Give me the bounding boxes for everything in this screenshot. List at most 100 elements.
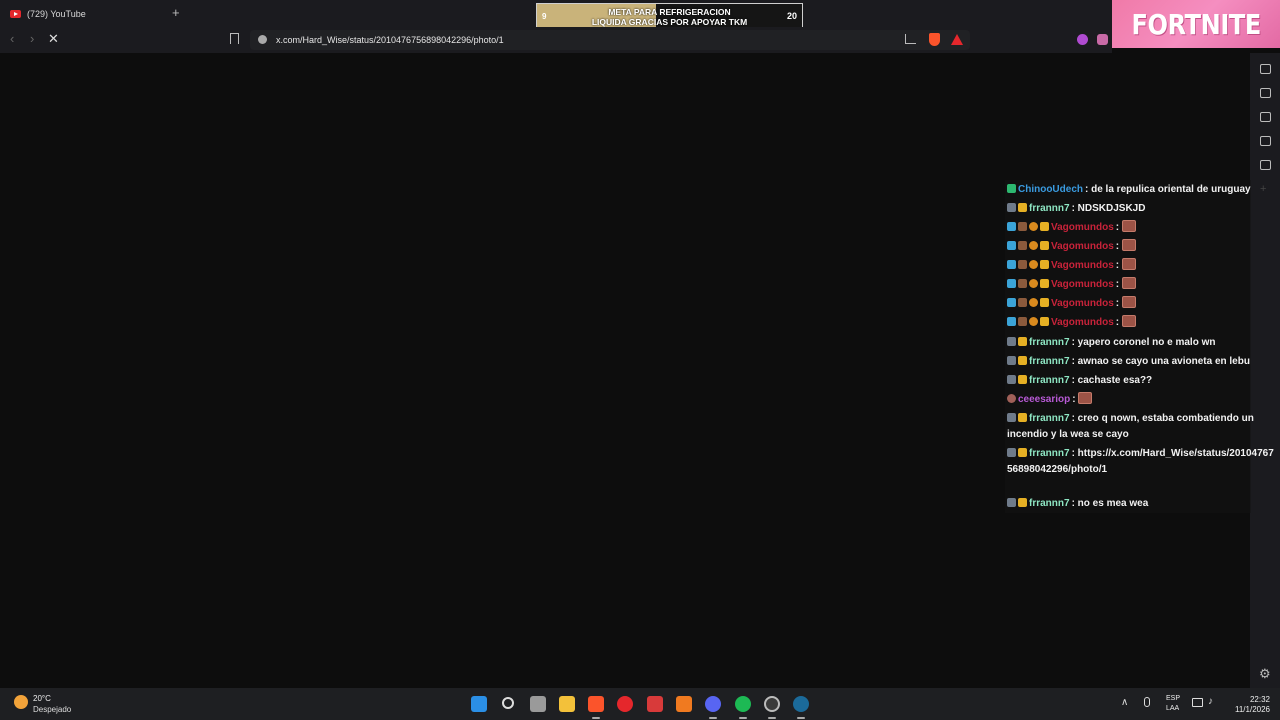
forward-icon[interactable]: › (30, 32, 34, 46)
search-icon[interactable] (502, 697, 514, 709)
chat-message: frrannn7: yapero coronel no e malo wn (1007, 335, 1277, 351)
fortnite-logo: FORTNITE (1112, 0, 1280, 48)
extension-icon-2[interactable] (1097, 34, 1108, 45)
tab-title: (729) YouTube (27, 8, 86, 19)
badge-icon (1007, 375, 1016, 384)
navigation-bar: ‹ › ✕ x.com/Hard_Wise/status/20104767568… (0, 27, 1112, 53)
info-icon[interactable] (258, 35, 267, 44)
crown-icon (1040, 222, 1049, 231)
badge-icon (1018, 241, 1027, 250)
clock-date[interactable]: 11/1/2026 (1226, 705, 1270, 714)
tab-youtube[interactable]: (729) YouTube (0, 0, 164, 27)
steam-icon[interactable] (793, 696, 809, 712)
emote-icon (1121, 239, 1136, 251)
chat-message: frrannn7: https://x.com/Hard_Wise/status… (1007, 448, 1274, 475)
volume-icon[interactable]: ♪ (1208, 696, 1213, 707)
active-app-indicator (739, 717, 747, 719)
address-bar[interactable]: x.com/Hard_Wise/status/20104767568980422… (250, 30, 970, 50)
badge-icon (1018, 298, 1027, 307)
badge-icon (1007, 337, 1016, 346)
active-app-indicator (709, 717, 717, 719)
gear-icon[interactable]: ⚙ (1259, 666, 1271, 682)
crown-icon (1018, 413, 1027, 422)
badge-icon (1007, 203, 1016, 212)
stop-icon[interactable]: ✕ (48, 31, 59, 47)
badge-icon (1018, 260, 1027, 269)
donation-goal-overlay: 9 META PARA REFRIGERACION LIQUIDA GRACIA… (536, 3, 803, 30)
chat-message: Vagomundos: (1007, 277, 1277, 293)
reading-list-icon[interactable] (1260, 160, 1271, 170)
emote-icon (1121, 296, 1136, 308)
chat-message: frrannn7: awnao se cayo una avioneta en … (1007, 354, 1277, 370)
brave-rewards-icon[interactable] (951, 34, 963, 45)
chat-message: ChinooUdech: de la repulica oriental de … (1007, 182, 1277, 198)
app-red-icon[interactable] (647, 696, 663, 712)
badge-icon (1007, 394, 1016, 403)
leo-ai-icon[interactable] (1260, 64, 1271, 74)
extension-icon[interactable] (1077, 34, 1088, 45)
network-icon[interactable] (1192, 698, 1203, 707)
badge-icon (1029, 241, 1038, 250)
active-app-indicator (592, 717, 600, 719)
bookmarks-panel-icon[interactable] (1260, 136, 1271, 146)
windows-start-icon[interactable] (471, 696, 487, 712)
goal-text: META PARA REFRIGERACION LIQUIDA GRACIAS … (557, 7, 782, 27)
badge-icon (1018, 222, 1027, 231)
badge-icon (1007, 356, 1016, 365)
taskbar: 20°C Despejado ∧ ESP LAA ♪ 22:32 11/1/20… (0, 688, 1280, 720)
chat-message: frrannn7: no es mea wea (1007, 496, 1277, 512)
badge-icon (1029, 222, 1038, 231)
crown-icon (1040, 279, 1049, 288)
emote-icon (1121, 315, 1136, 327)
badge-icon (1029, 279, 1038, 288)
weather-temperature[interactable]: 20°C (33, 694, 51, 703)
badge-icon (1007, 260, 1016, 269)
weather-description[interactable]: Despejado (33, 705, 71, 714)
share-icon[interactable] (905, 34, 916, 44)
crown-icon (1018, 337, 1027, 346)
goal-end-value: 20 (786, 11, 797, 21)
emote-icon (1121, 220, 1136, 232)
new-tab-button[interactable]: + (172, 6, 180, 20)
fortnite-label: FORTNITE (1131, 7, 1261, 41)
badge-icon (1007, 241, 1016, 250)
crown-icon (1018, 356, 1027, 365)
chat-message: Vagomundos: (1007, 220, 1277, 236)
discord-icon[interactable] (705, 696, 721, 712)
playlist-icon[interactable] (1260, 88, 1271, 98)
task-view-icon[interactable] (530, 696, 546, 712)
url-text[interactable]: x.com/Hard_Wise/status/20104767568980422… (276, 35, 504, 45)
brave-shields-icon[interactable] (929, 33, 940, 46)
crown-icon (1018, 498, 1027, 507)
keyboard-layout[interactable]: LAA (1166, 705, 1179, 712)
goal-line-1: META PARA REFRIGERACION (608, 7, 731, 17)
emote-icon (1121, 277, 1136, 289)
emote-icon (1078, 392, 1093, 404)
microphone-icon[interactable] (1144, 697, 1150, 707)
wallet-icon[interactable] (1260, 112, 1271, 122)
tray-overflow-icon[interactable]: ∧ (1121, 697, 1128, 708)
bookmark-icon[interactable] (230, 33, 239, 44)
badge-icon (1007, 279, 1016, 288)
badge-icon (1018, 279, 1027, 288)
goal-line-2: LIQUIDA GRACIAS POR APOYAR TKM (591, 17, 748, 27)
back-icon[interactable]: ‹ (10, 32, 14, 46)
badge-icon (1018, 317, 1027, 326)
obs-icon[interactable] (764, 696, 780, 712)
brave-browser-icon[interactable] (588, 696, 604, 712)
badge-icon (1029, 317, 1038, 326)
language-code[interactable]: ESP (1166, 695, 1180, 702)
file-explorer-icon[interactable] (559, 696, 575, 712)
badge-icon (1007, 448, 1016, 457)
app-orange-icon[interactable] (676, 696, 692, 712)
clock-time[interactable]: 22:32 (1238, 695, 1270, 704)
badge-icon (1007, 498, 1016, 507)
crown-icon (1018, 448, 1027, 457)
badge-icon (1007, 317, 1016, 326)
spotify-icon[interactable] (735, 696, 751, 712)
crown-icon (1040, 317, 1049, 326)
youtube-music-icon[interactable] (617, 696, 633, 712)
active-app-indicator (768, 717, 776, 719)
weather-icon[interactable] (14, 695, 28, 709)
chat-message: ceeesariop: (1007, 392, 1277, 408)
